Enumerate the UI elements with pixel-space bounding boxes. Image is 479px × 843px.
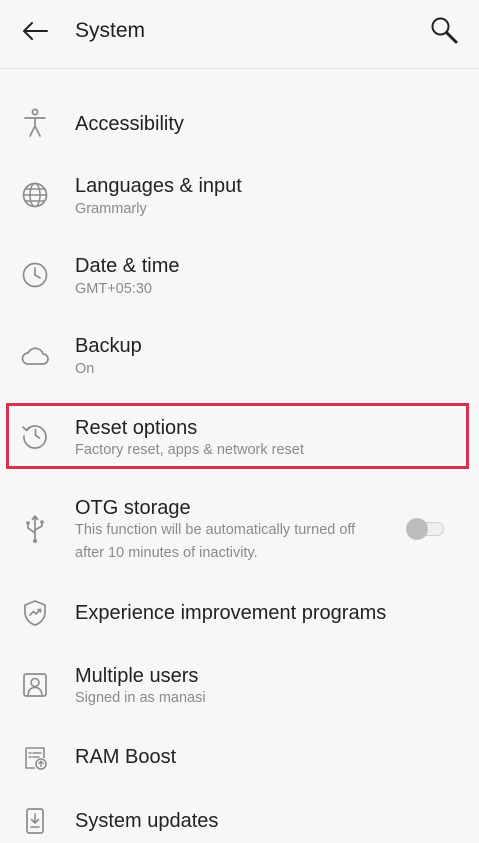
settings-item-subtitle: GMT+05:30	[75, 281, 152, 297]
settings-item-date-time[interactable]: Date & time GMT+05:30	[0, 248, 479, 310]
settings-item-label: Backup	[75, 335, 142, 357]
clock-icon	[20, 260, 50, 290]
ram-boost-icon	[20, 743, 50, 773]
settings-item-experience-improvement[interactable]: Experience improvement programs	[0, 590, 479, 636]
search-button[interactable]	[424, 12, 464, 48]
user-icon	[20, 670, 50, 700]
settings-item-subtitle: Grammarly	[75, 201, 147, 217]
settings-item-label: Accessibility	[75, 113, 184, 135]
settings-item-languages[interactable]: Languages & input Grammarly	[0, 168, 479, 230]
back-button[interactable]	[18, 14, 52, 48]
settings-item-subtitle: This function will be automatically turn…	[75, 522, 356, 538]
settings-item-label: Multiple users	[75, 665, 199, 687]
settings-item-label: Experience improvement programs	[75, 602, 387, 624]
usb-icon	[20, 514, 50, 544]
settings-item-label: Languages & input	[75, 175, 242, 197]
settings-item-label: RAM Boost	[75, 746, 177, 768]
shield-chart-icon	[20, 598, 50, 628]
settings-item-accessibility[interactable]: Accessibility	[0, 100, 479, 150]
settings-item-subtitle: after 10 minutes of inactivity.	[75, 545, 258, 561]
settings-item-subtitle: Signed in as manasi	[75, 690, 206, 706]
settings-item-label: Date & time	[75, 255, 180, 277]
cloud-icon	[20, 341, 50, 371]
settings-item-label: System updates	[75, 810, 219, 832]
page-title: System	[75, 19, 146, 42]
settings-item-label: OTG storage	[75, 497, 191, 519]
settings-item-system-updates[interactable]: System updates	[0, 798, 479, 843]
settings-item-subtitle: On	[75, 361, 95, 377]
globe-icon	[20, 180, 50, 210]
highlight-box	[6, 403, 469, 469]
search-icon	[431, 17, 458, 44]
otg-storage-toggle[interactable]	[406, 518, 446, 540]
system-update-icon	[20, 806, 50, 836]
toggle-knob	[406, 518, 428, 540]
settings-item-ram-boost[interactable]: RAM Boost	[0, 734, 479, 780]
arrow-left-icon	[23, 22, 48, 40]
settings-item-backup[interactable]: Backup On	[0, 328, 479, 390]
accessibility-icon	[20, 108, 50, 138]
app-bar: System	[0, 0, 479, 69]
settings-item-multiple-users[interactable]: Multiple users Signed in as manasi	[0, 656, 479, 718]
